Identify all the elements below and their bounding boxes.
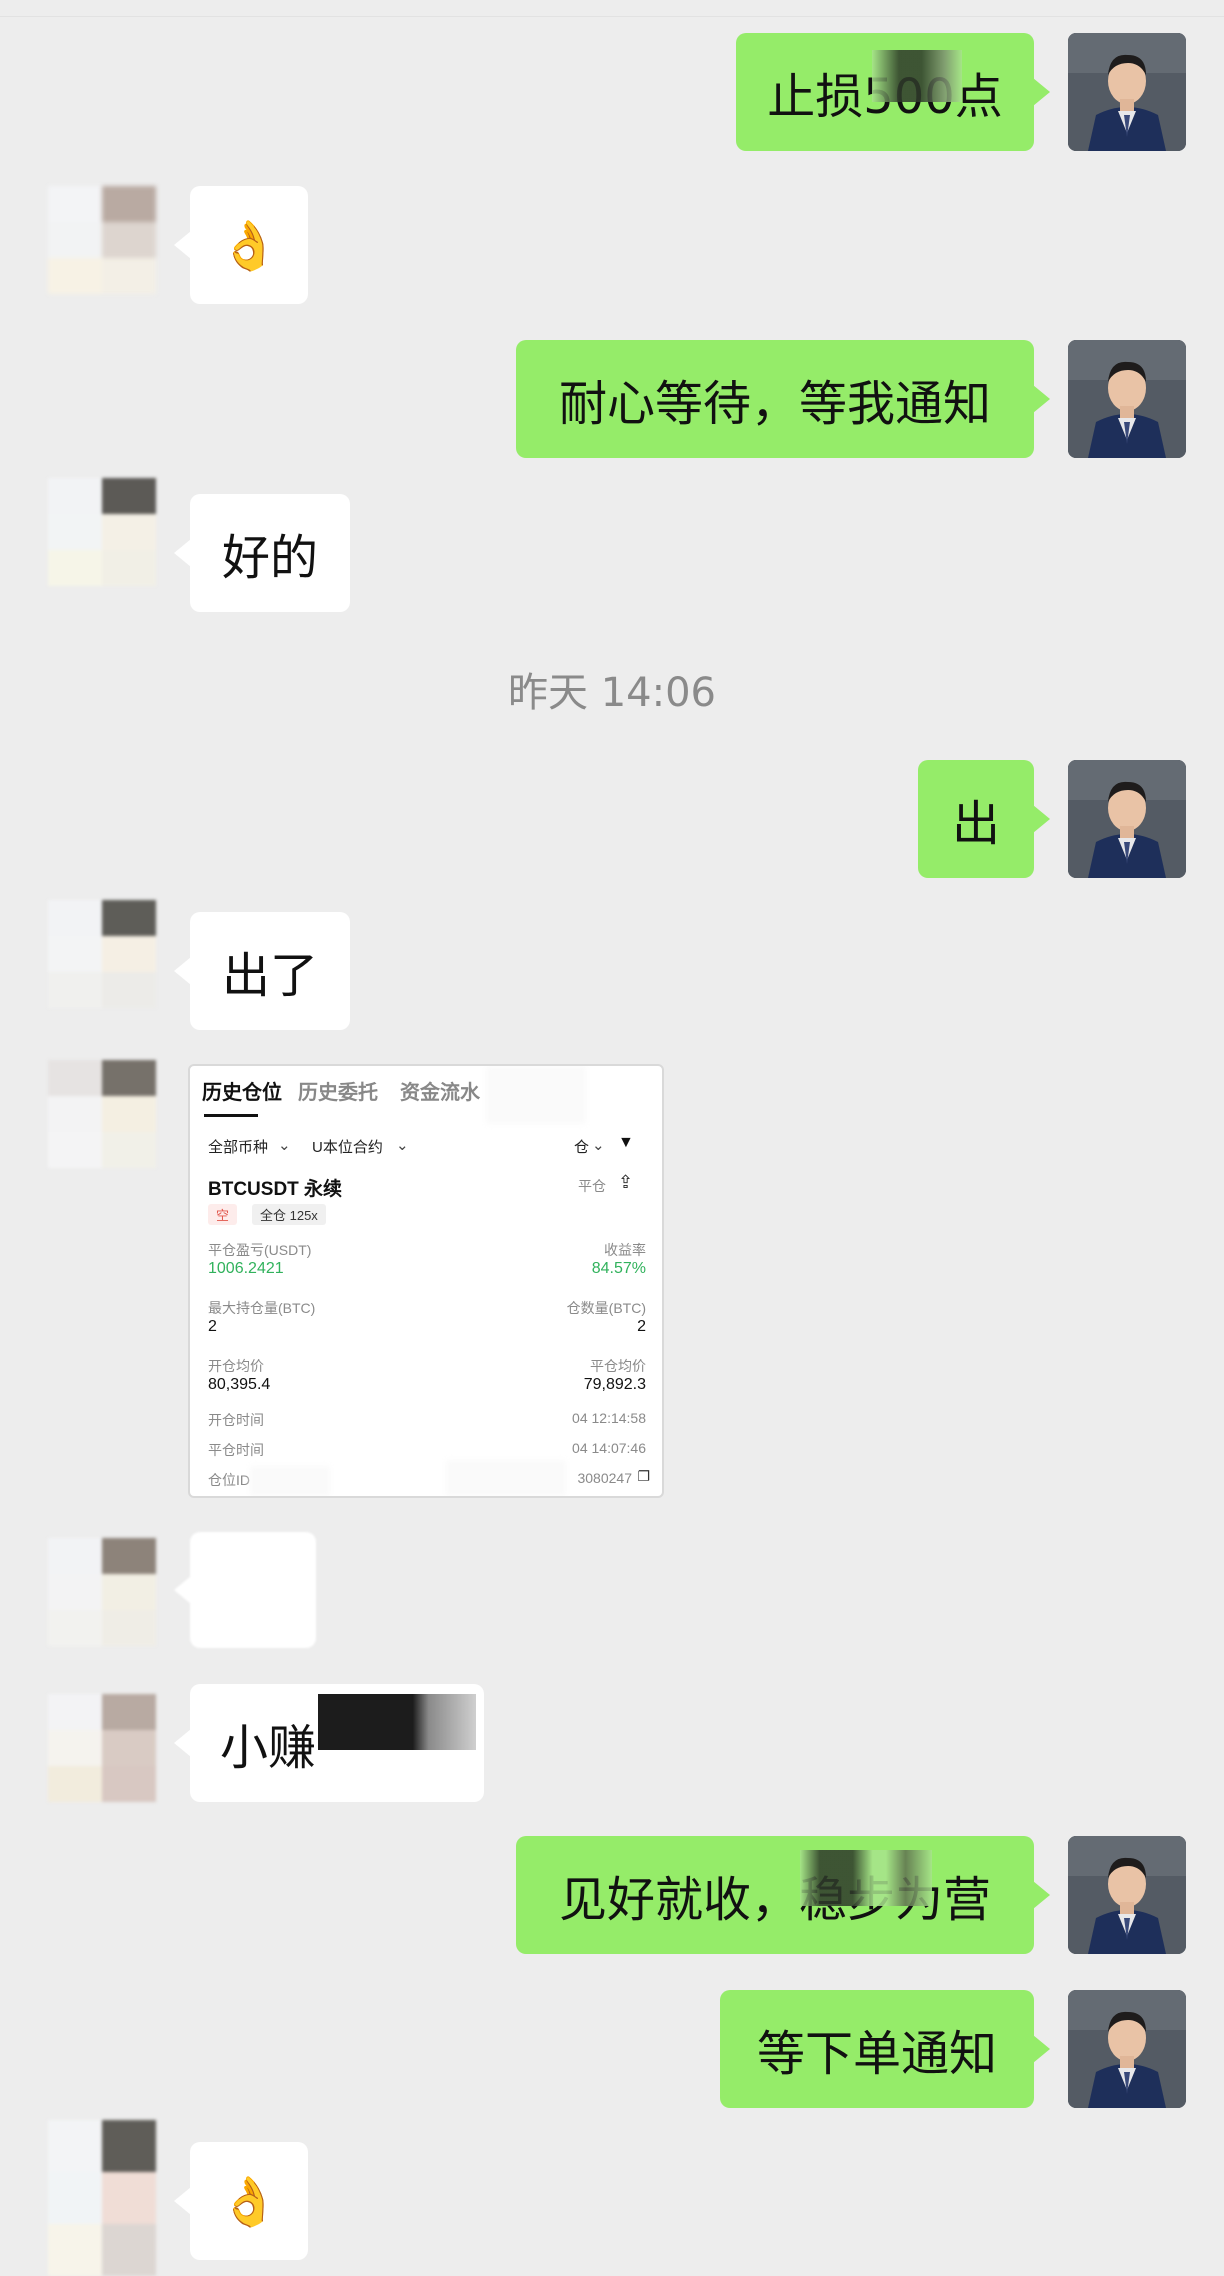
copy-icon: ❐ xyxy=(637,1468,650,1484)
timestamp: 昨天 14:06 xyxy=(508,670,716,716)
my-avatar[interactable] xyxy=(1068,760,1186,878)
open-time-label: 开仓时间 xyxy=(208,1412,264,1428)
censor-block xyxy=(250,1466,330,1496)
message-text: 等下单通知 xyxy=(756,2026,997,2082)
message-text: 小赚 xyxy=(220,1720,317,1776)
message-bubble[interactable]: 出 xyxy=(918,760,1050,878)
message-bubble[interactable]: 👌 xyxy=(174,186,308,304)
my-avatar[interactable] xyxy=(1068,340,1186,458)
person-icon xyxy=(1068,760,1186,878)
message-text: 耐心等待，等我通知 xyxy=(558,376,991,432)
margin-tag: 全仓 125x xyxy=(252,1204,326,1225)
person-icon xyxy=(1068,1836,1186,1954)
open-avg-label: 开仓均价 xyxy=(208,1358,264,1374)
max-hold-label: 最大持仓量(BTC) xyxy=(208,1300,316,1316)
close-time-value: 04 14:07:46 xyxy=(572,1440,646,1456)
ok-hand-emoji: 👌 xyxy=(219,217,279,274)
contact-avatar[interactable] xyxy=(48,478,156,586)
message-text: 出 xyxy=(951,796,1000,852)
share-icon: ⇪ xyxy=(618,1172,634,1192)
contact-avatar[interactable] xyxy=(48,1060,156,1168)
person-icon xyxy=(1068,340,1186,458)
my-avatar[interactable] xyxy=(1068,1836,1186,1954)
my-avatar[interactable] xyxy=(1068,33,1186,151)
tab-history-positions: 历史仓位 xyxy=(202,1082,282,1104)
pnl-value: 1006.2421 xyxy=(208,1260,284,1277)
censor-block xyxy=(446,1460,566,1496)
censor-block xyxy=(318,1694,476,1750)
tab-fund-flow: 资金流水 xyxy=(400,1082,480,1104)
roi-label: 收益率 xyxy=(604,1242,646,1258)
filter-all-coins: 全部币种 xyxy=(208,1139,269,1156)
message-bubble[interactable]: 见好就收，稳步为营 xyxy=(516,1836,1050,1954)
close-avg-label: 平仓均价 xyxy=(590,1358,646,1374)
close-qty-label: 仓数量(BTC) xyxy=(566,1300,646,1316)
side-tag: 空 xyxy=(208,1204,238,1225)
censor-block xyxy=(872,50,962,102)
blurred-message-bubble[interactable] xyxy=(174,1532,316,1648)
message-bubble[interactable]: 好的 xyxy=(174,494,350,612)
person-icon xyxy=(1068,1990,1186,2108)
active-tab-indicator xyxy=(204,1114,258,1117)
chevron-down-icon: ⌄ xyxy=(278,1137,291,1154)
position-screenshot-image[interactable]: 历史仓位 历史委托 资金流水 全部币种 ⌄ U本位合约 ⌄ 仓 ⌄ ▼ BTCU… xyxy=(188,1064,664,1498)
symbol: BTCUSDT 永续 xyxy=(208,1179,343,1200)
top-divider xyxy=(0,0,1224,17)
message-bubble[interactable]: 耐心等待，等我通知 xyxy=(516,340,1050,458)
message-bubble[interactable]: 等下单通知 xyxy=(720,1990,1050,2108)
message-bubble[interactable]: 👌 xyxy=(174,2142,308,2260)
position-id-label: 仓位ID xyxy=(208,1472,250,1488)
contact-avatar[interactable] xyxy=(48,1694,156,1802)
chevron-down-icon: ⌄ xyxy=(592,1137,605,1154)
filter-icon: ▼ xyxy=(618,1134,634,1151)
message-bubble[interactable]: 出了 xyxy=(174,912,350,1030)
contact-avatar[interactable] xyxy=(48,900,156,1008)
open-time-value: 04 12:14:58 xyxy=(572,1410,646,1426)
censor-block xyxy=(800,1850,932,1906)
close-time-label: 平仓时间 xyxy=(208,1442,264,1458)
open-avg-value: 80,395.4 xyxy=(208,1376,271,1393)
max-hold-value: 2 xyxy=(208,1318,217,1335)
close-tag: 平仓 xyxy=(578,1178,606,1194)
my-avatar[interactable] xyxy=(1068,1990,1186,2108)
close-avg-value: 79,892.3 xyxy=(583,1376,646,1393)
close-qty-value: 2 xyxy=(637,1318,646,1335)
filter-right: 仓 xyxy=(574,1139,590,1156)
chevron-down-icon: ⌄ xyxy=(396,1137,409,1154)
contact-avatar[interactable] xyxy=(48,2120,156,2276)
message-text: 好的 xyxy=(221,530,318,586)
person-icon xyxy=(1068,33,1186,151)
message-text: 出了 xyxy=(221,948,318,1004)
ok-hand-emoji: 👌 xyxy=(219,2173,279,2230)
contact-avatar[interactable] xyxy=(48,1538,156,1646)
filter-contract-type: U本位合约 xyxy=(312,1139,383,1156)
contact-avatar[interactable] xyxy=(48,186,156,294)
position-id-value: 3080247 xyxy=(577,1470,632,1486)
roi-value: 84.57% xyxy=(591,1260,646,1277)
tab-history-orders: 历史委托 xyxy=(298,1082,378,1104)
pnl-label: 平仓盈亏(USDT) xyxy=(208,1242,312,1258)
censor-block xyxy=(486,1066,586,1124)
